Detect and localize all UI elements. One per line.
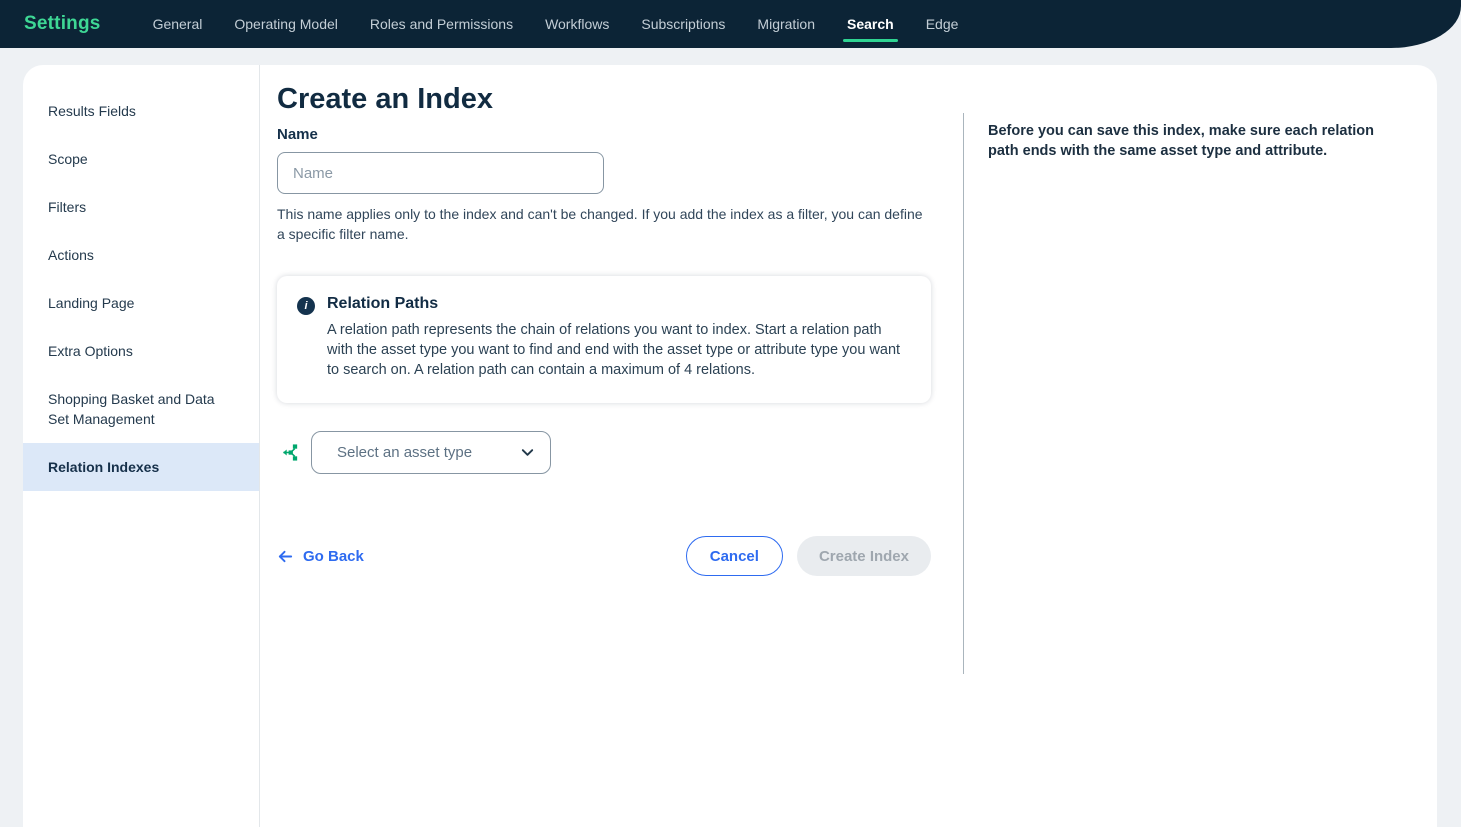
name-helper-text: This name applies only to the index and …: [277, 204, 925, 244]
nav-tab-operating-model[interactable]: Operating Model: [218, 0, 354, 48]
relation-path-row: Select an asset type: [277, 431, 931, 474]
name-field-label: Name: [277, 126, 931, 143]
nav-tab-general[interactable]: General: [137, 0, 219, 48]
page-title: Create an Index: [277, 83, 931, 116]
arrow-left-icon: [277, 548, 294, 565]
nav-tab-workflows[interactable]: Workflows: [529, 0, 625, 48]
sidebar-item-results-fields[interactable]: Results Fields: [23, 87, 259, 135]
settings-content-card: Results Fields Scope Filters Actions Lan…: [23, 65, 1437, 827]
nav-tab-roles-and-permissions[interactable]: Roles and Permissions: [354, 0, 529, 48]
cancel-button[interactable]: Cancel: [686, 536, 783, 576]
relation-paths-info-card: i Relation Paths A relation path represe…: [277, 276, 931, 403]
sidebar-item-filters[interactable]: Filters: [23, 183, 259, 231]
top-navigation-bar: Settings General Operating Model Roles a…: [0, 0, 1461, 48]
info-icon: i: [297, 297, 315, 315]
settings-title: Settings: [24, 13, 101, 35]
sidebar-item-landing-page[interactable]: Landing Page: [23, 279, 259, 327]
sidebar-item-relation-indexes[interactable]: Relation Indexes: [23, 443, 259, 491]
nav-tab-edge[interactable]: Edge: [910, 0, 975, 48]
sidebar-item-actions[interactable]: Actions: [23, 231, 259, 279]
nav-tab-migration[interactable]: Migration: [741, 0, 831, 48]
name-input[interactable]: [277, 152, 604, 194]
save-requirement-note: Before you can save this index, make sur…: [988, 121, 1397, 161]
nav-tab-search[interactable]: Search: [831, 0, 910, 48]
nav-tab-subscriptions[interactable]: Subscriptions: [625, 0, 741, 48]
go-back-link[interactable]: Go Back: [277, 548, 364, 565]
sidebar-item-shopping-basket[interactable]: Shopping Basket and Data Set Management: [23, 375, 238, 443]
search-settings-sidebar: Results Fields Scope Filters Actions Lan…: [23, 65, 260, 827]
chevron-down-icon: [520, 445, 535, 460]
info-card-body: A relation path represents the chain of …: [327, 320, 907, 380]
create-index-form: Create an Index Name This name applies o…: [260, 65, 963, 827]
relation-icon: [281, 443, 300, 462]
sidebar-item-scope[interactable]: Scope: [23, 135, 259, 183]
form-actions: Go Back Cancel Create Index: [277, 536, 931, 576]
asset-type-dropdown[interactable]: Select an asset type: [311, 431, 551, 474]
asset-type-dropdown-value: Select an asset type: [337, 444, 472, 461]
settings-nav-tabs: General Operating Model Roles and Permis…: [137, 0, 975, 48]
content-area: Create an Index Name This name applies o…: [260, 65, 1437, 827]
create-index-button[interactable]: Create Index: [797, 536, 931, 576]
info-card-title: Relation Paths: [327, 295, 907, 313]
go-back-label: Go Back: [303, 548, 364, 565]
save-requirement-panel: Before you can save this index, make sur…: [963, 113, 1437, 674]
sidebar-item-extra-options[interactable]: Extra Options: [23, 327, 259, 375]
